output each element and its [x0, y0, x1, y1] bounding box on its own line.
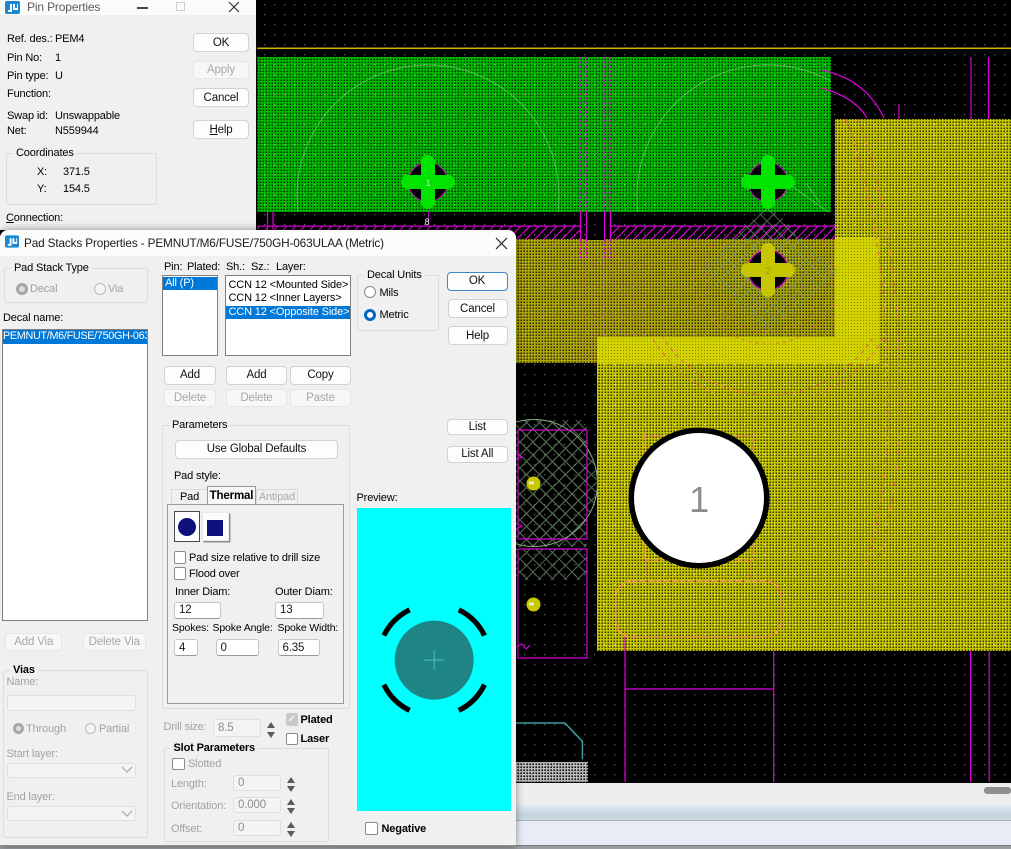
svg-text:8: 8 — [425, 217, 430, 227]
svg-text:1: 1 — [689, 479, 709, 520]
svg-text:1: 1 — [426, 178, 431, 188]
svg-text:2: 2 — [765, 266, 771, 277]
